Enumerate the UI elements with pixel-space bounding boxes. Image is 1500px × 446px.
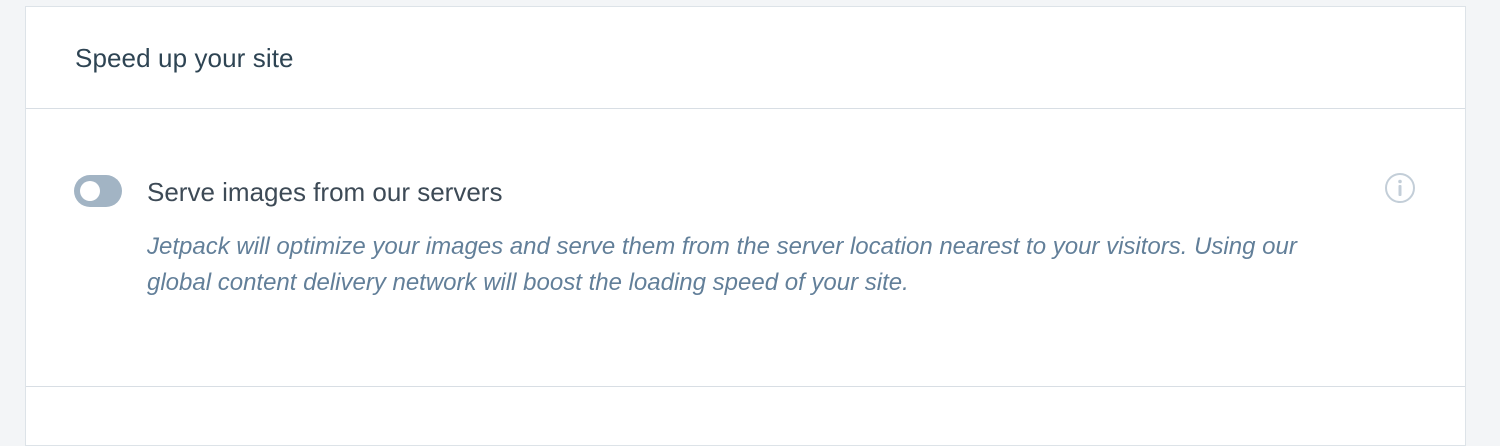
setting-description: Jetpack will optimize your images and se… <box>147 233 1297 296</box>
settings-card: Speed up your site Serve images from our… <box>25 6 1466 446</box>
setting-row-image-cdn: Serve images from our servers Jetpack wi… <box>26 109 1465 387</box>
card-header: Speed up your site <box>26 7 1465 109</box>
toggle-knob <box>80 181 100 201</box>
image-cdn-toggle[interactable] <box>74 175 122 207</box>
info-circle-icon[interactable] <box>1384 172 1416 204</box>
card-title: Speed up your site <box>75 43 294 73</box>
setting-label[interactable]: Serve images from our servers <box>147 177 502 208</box>
